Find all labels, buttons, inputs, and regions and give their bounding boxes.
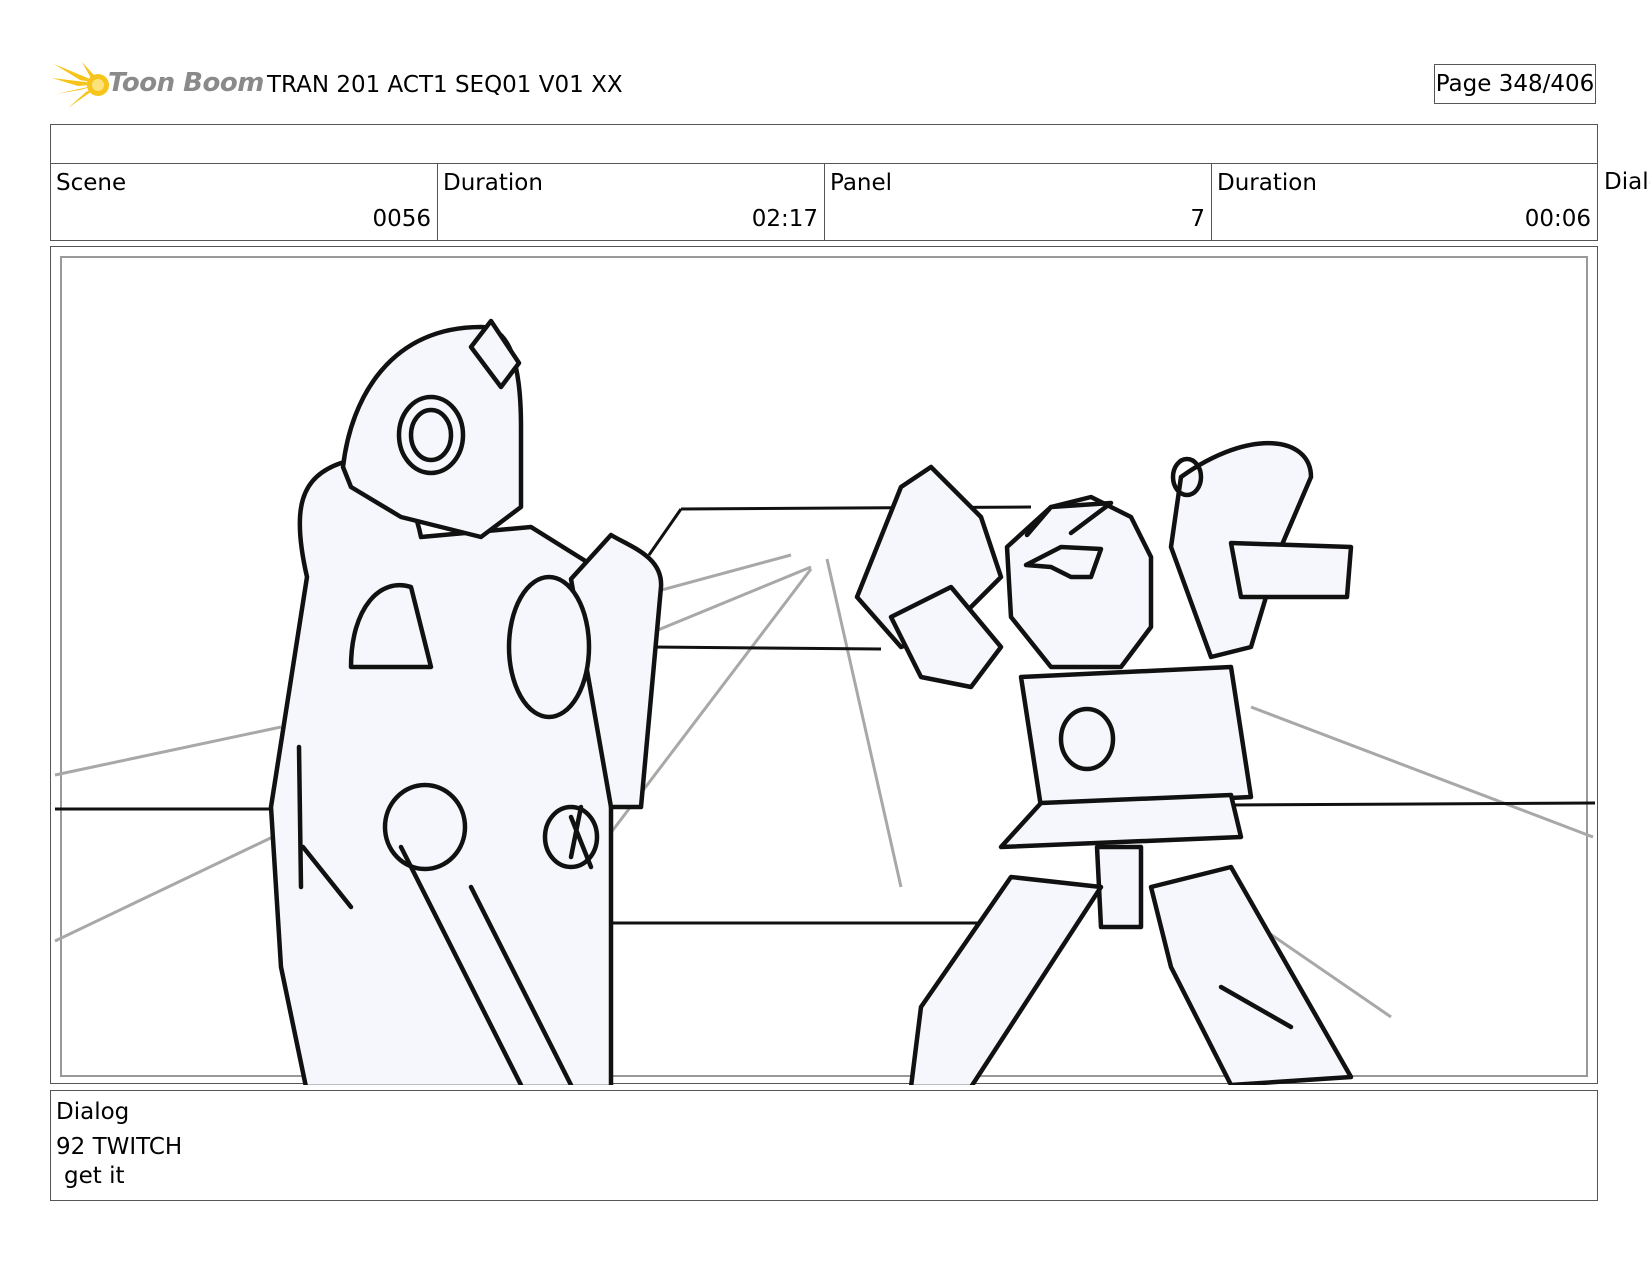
scene-label: Scene [56,170,127,196]
scene-cell: Scene 0056 [51,164,438,240]
dialog-box: Dialog 92 TWITCH get it [50,1090,1598,1201]
page-indicator: Page 348/406 [1434,64,1596,104]
panel-value: 7 [1190,206,1205,232]
panel-cell: Panel 7 [825,164,1212,240]
scene-duration-value: 02:17 [751,206,818,232]
logo-wordmark: Toon Boom [108,68,264,98]
scene-duration-cell: Duration 02:17 [438,164,825,240]
document-title: TRAN 201 ACT1 SEQ01 V01 XX [267,72,623,98]
header-strip [50,124,1598,164]
toon-boom-logo: Toon Boom [52,58,264,114]
panel-duration-label: Duration [1217,170,1317,196]
scene-duration-label: Duration [443,170,543,196]
left-robot-sketch [268,318,664,1085]
scene-info-row: Scene 0056 Duration 02:17 Panel 7 Durati… [50,163,1598,241]
storyboard-panel-frame [50,246,1598,1085]
panel-duration-value: 00:06 [1524,206,1591,232]
starburst-icon [52,62,109,108]
dialog-speaker: 92 TWITCH [56,1134,183,1160]
sketch-drawing [54,256,1596,1085]
dialog-label: Dialog [56,1099,130,1125]
panel-duration-cell: Duration 00:06 [1212,164,1597,240]
dialog-line: get it [64,1163,125,1189]
scene-value: 0056 [372,206,431,232]
dialog-column-label-cut: Dialo [1604,169,1650,195]
panel-label: Panel [830,170,893,196]
right-robot-sketch [854,441,1354,1085]
